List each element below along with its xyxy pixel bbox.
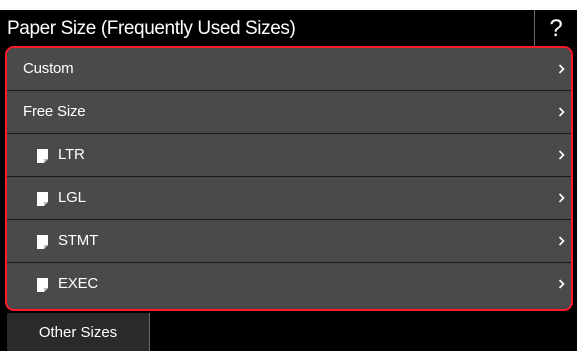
paper-sheet-icon xyxy=(37,192,48,206)
chevron-right-icon xyxy=(558,193,565,203)
list-item-custom[interactable]: Custom xyxy=(7,48,571,91)
page-title: Paper Size (Frequently Used Sizes) xyxy=(7,18,296,39)
list-item-lgl[interactable]: LGL xyxy=(7,177,571,220)
paper-size-list: Custom Free Size LTR LGL STMT EXEC xyxy=(7,48,571,306)
list-item-exec[interactable]: EXEC xyxy=(7,263,571,306)
list-item-label: LGL xyxy=(58,189,86,206)
chevron-right-icon xyxy=(558,107,565,117)
chevron-right-icon xyxy=(558,64,565,74)
list-item-label: STMT xyxy=(58,232,99,249)
list-item-label: EXEC xyxy=(58,275,99,292)
header-bar: Paper Size (Frequently Used Sizes) ? xyxy=(0,10,577,46)
paper-size-screen: Paper Size (Frequently Used Sizes) ? Cus… xyxy=(0,10,577,351)
help-button[interactable]: ? xyxy=(534,10,577,46)
list-item-label: Custom xyxy=(23,60,74,77)
footer-bar: Other Sizes xyxy=(0,313,577,351)
chevron-right-icon xyxy=(558,279,565,289)
paper-sheet-icon xyxy=(37,235,48,249)
chevron-right-icon xyxy=(558,150,565,160)
chevron-right-icon xyxy=(558,236,565,246)
list-item-label: LTR xyxy=(58,146,85,163)
list-item-free-size[interactable]: Free Size xyxy=(7,91,571,134)
list-item-stmt[interactable]: STMT xyxy=(7,220,571,263)
other-sizes-button[interactable]: Other Sizes xyxy=(7,313,150,351)
list-item-label: Free Size xyxy=(23,103,86,120)
paper-size-list-frame: Custom Free Size LTR LGL STMT EXEC xyxy=(5,46,573,311)
paper-sheet-icon xyxy=(37,278,48,292)
list-item-ltr[interactable]: LTR xyxy=(7,134,571,177)
paper-sheet-icon xyxy=(37,149,48,163)
